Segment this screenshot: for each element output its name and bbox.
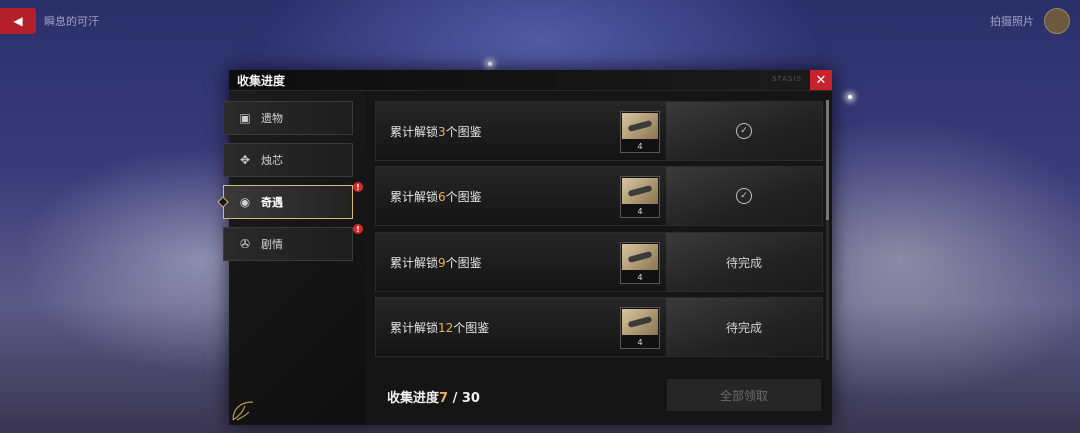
list-item: 累计解锁3个图鉴 4 ✓ xyxy=(375,101,823,161)
reward-count: 4 xyxy=(637,207,643,216)
sidebar-item-relic[interactable]: ▣ 遗物 xyxy=(223,101,353,135)
claimed-status: ✓ xyxy=(666,167,822,225)
pending-status: 待完成 xyxy=(666,298,822,356)
story-icon: ✇ xyxy=(239,237,251,251)
category-sidebar: ▣ 遗物 ✥ 烛芯 ◉ 奇遇 ! ✇ 剧情 ! xyxy=(217,91,365,425)
sidebar-item-label: 剧情 xyxy=(261,238,283,251)
checkmark-icon: ✓ xyxy=(736,123,752,139)
list-item: 累计解锁6个图鉴 4 ✓ xyxy=(375,166,823,226)
top-left-bar: ◀ 瞬息的可汗 xyxy=(0,8,99,34)
notification-badge: ! xyxy=(353,224,363,234)
reward-item[interactable]: 4 xyxy=(620,176,660,218)
active-indicator xyxy=(217,196,229,208)
list-scrollbar[interactable] xyxy=(826,100,829,360)
reward-count: 4 xyxy=(637,273,643,282)
reward-image xyxy=(622,244,658,270)
scrollbar-thumb[interactable] xyxy=(826,100,829,220)
reward-image xyxy=(622,309,658,335)
milestone-label: 累计解锁6个图鉴 xyxy=(390,190,482,204)
sidebar-item-label: 烛芯 xyxy=(261,154,283,167)
close-icon: ✕ xyxy=(815,72,827,88)
claim-all-button[interactable]: 全部领取 xyxy=(667,379,821,411)
collection-progress-panel: 收集进度 STASIS ✕ ▣ 遗物 ✥ 烛芯 ◉ 奇遇 ! ✇ 剧情 ! 累计… xyxy=(217,70,832,425)
panel-title: 收集进度 xyxy=(237,74,286,88)
sparkle-decoration xyxy=(848,95,852,99)
reward-count: 4 xyxy=(637,142,643,151)
milestone-label: 累计解锁3个图鉴 xyxy=(390,125,482,139)
panel-header: 收集进度 STASIS ✕ xyxy=(229,70,832,91)
sidebar-item-story[interactable]: ✇ 剧情 ! xyxy=(223,224,363,261)
reward-item[interactable]: 4 xyxy=(620,242,660,284)
pending-status: 待完成 xyxy=(666,233,822,291)
top-left-title: 瞬息的可汗 xyxy=(44,15,99,28)
panel-footer: 收集进度7 / 30 全部领取 xyxy=(375,375,825,415)
collection-progress-text: 收集进度7 / 30 xyxy=(387,391,480,406)
reward-image xyxy=(622,178,658,204)
reward-count: 4 xyxy=(637,338,643,347)
header-decoration-text: STASIS xyxy=(772,75,802,83)
reward-item[interactable]: 4 xyxy=(620,307,660,349)
avatar[interactable] xyxy=(1044,8,1070,34)
sidebar-item-label: 奇遇 xyxy=(261,196,283,209)
list-item: 累计解锁9个图鉴 4 待完成 xyxy=(375,232,823,292)
top-right-text[interactable]: 拍摄照片 xyxy=(990,13,1034,29)
milestone-list: 累计解锁3个图鉴 4 ✓ 累计解锁6个图鉴 4 ✓ 累计解锁9个图鉴 4 待完成… xyxy=(375,99,823,363)
sidebar-item-label: 遗物 xyxy=(261,112,283,125)
sidebar-item-wick[interactable]: ✥ 烛芯 xyxy=(223,143,353,177)
list-item: 累计解锁12个图鉴 4 待完成 xyxy=(375,297,823,357)
sparkle-decoration xyxy=(488,62,492,66)
milestone-label: 累计解锁9个图鉴 xyxy=(390,256,482,270)
reward-item[interactable]: 4 xyxy=(620,111,660,153)
milestone-label: 累计解锁12个图鉴 xyxy=(390,321,490,335)
notification-badge: ! xyxy=(353,182,363,192)
corner-ornament-icon xyxy=(231,398,259,422)
relic-icon: ▣ xyxy=(239,111,251,125)
claimed-status: ✓ xyxy=(666,102,822,160)
close-button[interactable]: ✕ xyxy=(810,70,832,90)
reward-image xyxy=(622,113,658,139)
wick-icon: ✥ xyxy=(239,153,251,167)
encounter-icon: ◉ xyxy=(239,195,251,209)
back-button[interactable]: ◀ xyxy=(0,8,36,34)
top-right-bar: 拍摄照片 xyxy=(990,8,1070,34)
sidebar-item-encounter[interactable]: ◉ 奇遇 ! xyxy=(217,182,363,219)
checkmark-icon: ✓ xyxy=(736,188,752,204)
